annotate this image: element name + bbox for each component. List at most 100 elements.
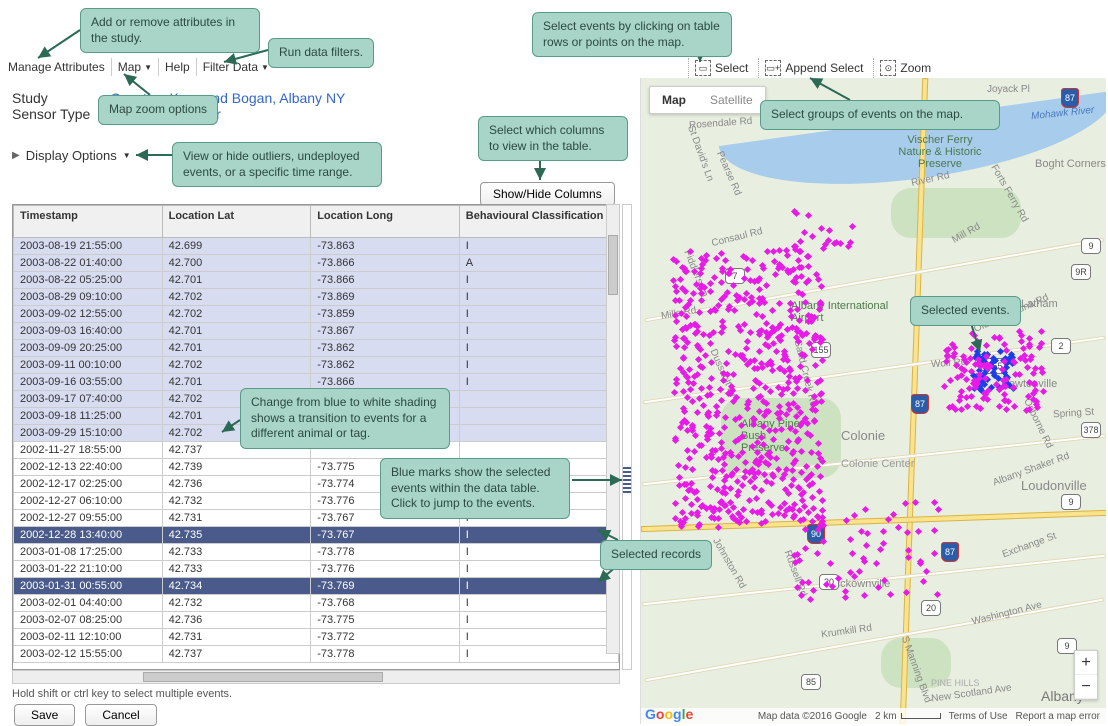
vertical-scrollbar[interactable] [606,204,620,654]
terms-link[interactable]: Terms of Use [949,711,1008,722]
map-toolbar: ▭Select ▭+Append Select ⊙Zoom [688,58,937,78]
menubar: Manage Attributes Map▼ Help Filter Data▼ [2,58,275,76]
cell: -73.778 [311,646,460,663]
route-shield: 85 [801,674,821,690]
cell: -73.862 [311,357,460,374]
show-hide-columns-button[interactable]: Show/Hide Columns [480,182,615,206]
cell [459,442,618,459]
map-attribution: Google Map data ©2016 Google 2 km Terms … [641,708,1106,724]
zoom-icon: ⊙ [880,60,896,76]
menu-filter-data[interactable]: Filter Data▼ [197,58,275,76]
cell: -73.863 [311,238,460,255]
cell [459,408,618,425]
cell: -73.776 [311,561,460,578]
cell: 42.739 [162,459,311,476]
table-row[interactable]: 2003-08-22 05:25:0042.701-73.866I [14,272,619,289]
cell: 42.736 [162,612,311,629]
cell: 2002-12-13 22:40:00 [14,459,163,476]
cell: I [459,561,618,578]
cell: 2002-12-27 09:55:00 [14,510,163,527]
cell: 2003-08-22 01:40:00 [14,255,163,272]
table-row[interactable]: 2003-02-12 15:55:0042.737-73.778I [14,646,619,663]
hwy-shield: 87 [1061,88,1079,108]
map-type-map[interactable]: Map [650,87,698,113]
menu-label: Map [118,60,141,74]
map-tool-append-select[interactable]: ▭+Append Select [758,58,869,78]
callout-select-columns: Select which columns to view in the tabl… [478,116,628,161]
table-row[interactable]: 2003-08-19 21:55:0042.699-73.863I [14,238,619,255]
hwy-shield: 87 [911,394,929,414]
table-row[interactable]: 2003-01-22 21:10:0042.733-73.776I [14,561,619,578]
route-shield: 20 [921,600,941,616]
table-row[interactable]: 2003-02-07 08:25:0042.736-73.775I [14,612,619,629]
table-row[interactable]: 2002-12-28 13:40:0042.735-73.767I [14,527,619,544]
table-minimap[interactable] [622,204,632,670]
scrollbar-thumb[interactable] [608,235,618,295]
cell: 2003-02-01 04:40:00 [14,595,163,612]
callout-select-events: Select events by clicking on table rows … [532,12,732,57]
cell: 2003-09-16 03:55:00 [14,374,163,391]
cell: 42.702 [162,289,311,306]
scrollbar-thumb[interactable] [143,672,383,682]
horizontal-scrollbar[interactable] [12,670,620,684]
col-long[interactable]: Location Long [311,206,460,238]
table-row[interactable]: 2003-02-01 04:40:0042.732-73.768I [14,595,619,612]
table-row[interactable]: 2003-01-08 17:25:0042.733-73.778I [14,544,619,561]
cell: 2003-02-11 12:10:00 [14,629,163,646]
map-type-satellite[interactable]: Satellite [698,87,765,113]
report-link[interactable]: Report a map error [1016,711,1100,722]
table-row[interactable]: 2003-09-11 00:10:0042.702-73.862I [14,357,619,374]
cell: 42.731 [162,510,311,527]
cell: 42.701 [162,340,311,357]
cell [459,425,618,442]
map-label: Colonie [841,428,885,443]
cell: I [459,323,618,340]
table-row[interactable]: 2003-02-11 12:10:0042.731-73.772I [14,629,619,646]
col-behav[interactable]: Behavioural Classification [459,206,618,238]
map-tool-zoom[interactable]: ⊙Zoom [873,58,937,78]
callout-display-opts: View or hide outliers, undeployed events… [172,142,382,187]
table-row[interactable]: 2003-08-22 01:40:0042.700-73.866A [14,255,619,272]
cell: I [459,595,618,612]
menu-map[interactable]: Map▼ [112,58,159,76]
callout-selected-records: Selected records [600,540,712,570]
cell: 2003-09-17 07:40:00 [14,391,163,408]
cell: -73.866 [311,272,460,289]
cell: 42.733 [162,544,311,561]
col-lat[interactable]: Location Lat [162,206,311,238]
table-row[interactable]: 2003-09-02 12:55:0042.702-73.859I [14,306,619,323]
save-button[interactable]: Save [14,704,75,726]
table-row[interactable]: 2003-09-03 16:40:0042.701-73.867I [14,323,619,340]
sensor-label: Sensor Type [12,106,90,122]
map-tool-select[interactable]: ▭Select [688,58,754,78]
zoom-in-button[interactable]: + [1075,651,1097,675]
cancel-button[interactable]: Cancel [85,704,156,726]
cell: 42.731 [162,629,311,646]
cell: 2003-09-18 11:25:00 [14,408,163,425]
menu-manage-attributes[interactable]: Manage Attributes [2,58,112,76]
display-options-toggle[interactable]: ▶ Display Options ▼ [12,148,131,163]
zoom-out-button[interactable]: − [1075,675,1097,699]
google-logo: Google [645,706,693,722]
table-row[interactable]: 2003-01-31 00:55:0042.734-73.769I [14,578,619,595]
col-timestamp[interactable]: Timestamp [14,206,163,238]
cell: 2003-09-03 16:40:00 [14,323,163,340]
cell: 42.700 [162,255,311,272]
map[interactable]: Vischer Ferry Nature & Historic Preserve… [640,78,1106,724]
cell: 42.702 [162,357,311,374]
cell: 42.732 [162,595,311,612]
menu-help[interactable]: Help [159,58,197,76]
zoom-control: + − [1074,650,1098,700]
cell: I [459,629,618,646]
cell: 42.702 [162,306,311,323]
table-row[interactable]: 2003-09-09 20:25:0042.701-73.862I [14,340,619,357]
map-label: Boght Corners [1035,158,1106,170]
scale-label: 2 km [875,711,897,722]
cell: 2003-09-02 12:55:00 [14,306,163,323]
menu-label: Manage Attributes [8,60,105,74]
cell: -73.778 [311,544,460,561]
route-shield: 9 [1081,238,1101,254]
cell: 42.701 [162,323,311,340]
cell: I [459,646,618,663]
table-row[interactable]: 2003-08-29 09:10:0042.702-73.869I [14,289,619,306]
